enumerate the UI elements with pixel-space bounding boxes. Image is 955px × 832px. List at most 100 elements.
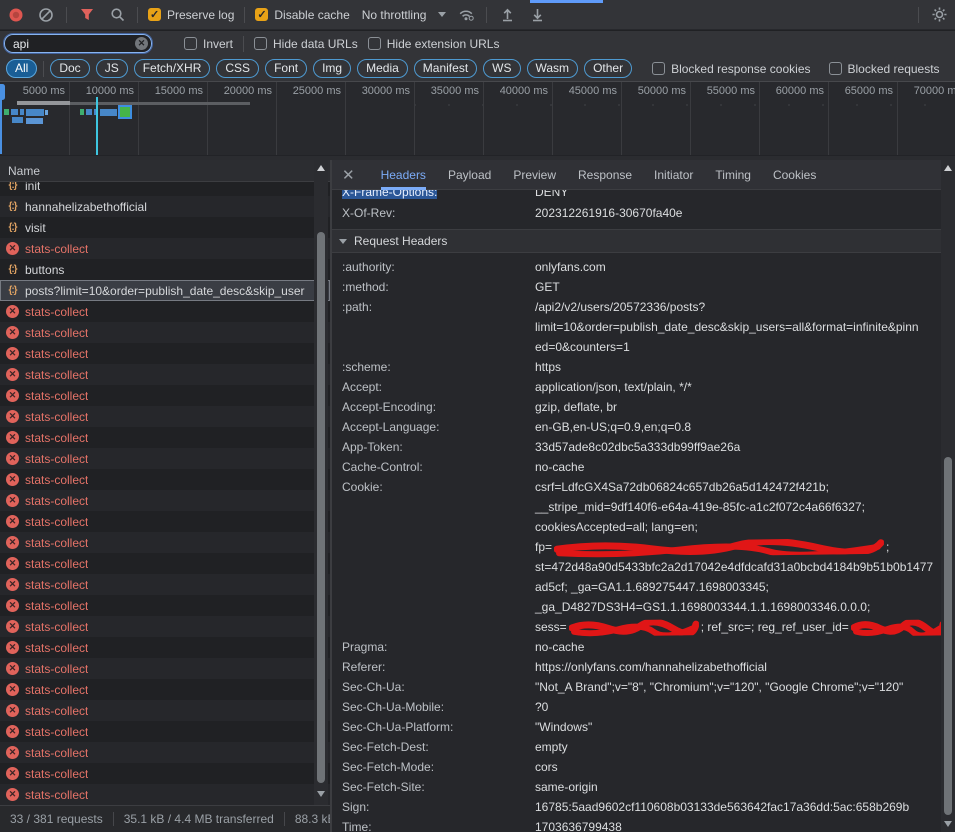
scroll-up-icon[interactable] [944, 165, 952, 171]
scrollbar-thumb[interactable] [944, 457, 952, 815]
request-row[interactable]: ✕stats-collect [0, 406, 330, 427]
close-icon[interactable]: ✕ [342, 166, 355, 184]
header-row[interactable]: Sec-Ch-Ua-Mobile:?0 [332, 697, 943, 717]
header-row[interactable]: Referer:https://onlyfans.com/hannaheliza… [332, 657, 943, 677]
request-row[interactable]: {:}hannahelizabethofficial [0, 196, 330, 217]
request-row[interactable]: ✕stats-collect [0, 679, 330, 700]
request-row[interactable]: ✕stats-collect [0, 448, 330, 469]
request-row[interactable]: ✕stats-collect [0, 721, 330, 742]
filter-pill-manifest[interactable]: Manifest [414, 59, 477, 78]
request-row[interactable]: ✕stats-collect [0, 343, 330, 364]
request-row[interactable]: ✕stats-collect [0, 427, 330, 448]
tab-headers[interactable]: Headers [381, 160, 426, 190]
filter-pill-other[interactable]: Other [584, 59, 632, 78]
export-har-icon[interactable] [527, 5, 547, 25]
header-row[interactable]: Time:1703636799438 [332, 817, 943, 832]
request-row[interactable]: ✕stats-collect [0, 595, 330, 616]
settings-gear-icon[interactable] [929, 5, 949, 25]
tab-timing[interactable]: Timing [715, 160, 751, 190]
request-row[interactable]: {:}init [0, 182, 330, 196]
header-row[interactable]: Sec-Fetch-Dest:empty [332, 737, 943, 757]
clear-button[interactable] [36, 5, 56, 25]
request-row[interactable]: ✕stats-collect [0, 301, 330, 322]
record-button[interactable] [6, 5, 26, 25]
request-row[interactable]: ✕stats-collect [0, 574, 330, 595]
search-icon[interactable] [107, 5, 127, 25]
scrollbar-thumb[interactable] [317, 232, 325, 783]
checkbox-empty-icon[interactable] [368, 37, 381, 50]
request-row[interactable]: ✕stats-collect [0, 784, 330, 805]
filter-icon[interactable] [77, 5, 97, 25]
filter-pill-css[interactable]: CSS [216, 59, 259, 78]
request-row[interactable]: {:}posts?limit=10&order=publish_date_des… [0, 280, 330, 301]
header-row[interactable]: Sec-Ch-Ua:"Not_A Brand";v="8", "Chromium… [332, 677, 943, 697]
request-row[interactable]: ✕stats-collect [0, 742, 330, 763]
checkbox-empty-icon[interactable] [184, 37, 197, 50]
filter-pill-font[interactable]: Font [265, 59, 307, 78]
disable-cache-checkbox[interactable]: Disable cache [255, 8, 349, 22]
scroll-up-icon[interactable] [317, 165, 325, 171]
request-row[interactable]: ✕stats-collect [0, 553, 330, 574]
request-row[interactable]: {:}buttons [0, 259, 330, 280]
tab-payload[interactable]: Payload [448, 160, 491, 190]
filter-pill-media[interactable]: Media [357, 59, 408, 78]
checkbox-blocked-requests[interactable]: Blocked requests [829, 62, 940, 76]
request-row[interactable]: ✕stats-collect [0, 763, 330, 784]
checkbox-empty-icon[interactable] [652, 62, 665, 75]
network-conditions-icon[interactable] [456, 5, 476, 25]
checkbox-empty-icon[interactable] [829, 62, 842, 75]
request-row[interactable]: ✕stats-collect [0, 658, 330, 679]
request-row[interactable]: ✕stats-collect [0, 238, 330, 259]
hide-extension-urls-checkbox[interactable]: Hide extension URLs [368, 37, 500, 51]
header-row[interactable]: :authority:onlyfans.com [332, 257, 943, 277]
request-row[interactable]: ✕stats-collect [0, 322, 330, 343]
details-scrollbar[interactable] [941, 160, 955, 832]
request-row[interactable]: {:}visit [0, 217, 330, 238]
import-har-icon[interactable] [497, 5, 517, 25]
filter-pill-wasm[interactable]: Wasm [527, 59, 579, 78]
header-row[interactable]: X-Of-Rev:202312261916-30670fa40e [332, 203, 943, 223]
tab-preview[interactable]: Preview [513, 160, 556, 190]
header-row[interactable]: Sec-Ch-Ua-Platform:"Windows" [332, 717, 943, 737]
filter-pill-doc[interactable]: Doc [50, 59, 89, 78]
filter-pill-all[interactable]: All [6, 59, 37, 78]
request-row[interactable]: ✕stats-collect [0, 700, 330, 721]
throttling-dropdown[interactable]: No throttling [362, 8, 447, 22]
header-row[interactable]: Accept-Encoding:gzip, deflate, br [332, 397, 943, 417]
header-row[interactable]: X-Frame-Options:DENY [332, 190, 943, 202]
tab-initiator[interactable]: Initiator [654, 160, 693, 190]
request-row[interactable]: ✕stats-collect [0, 469, 330, 490]
header-row[interactable]: Pragma:no-cache [332, 637, 943, 657]
checkbox-checked-icon[interactable] [148, 8, 161, 21]
header-row[interactable]: Accept-Language:en-GB,en-US;q=0.9,en;q=0… [332, 417, 943, 437]
request-row[interactable]: ✕stats-collect [0, 385, 330, 406]
checkbox-checked-icon[interactable] [255, 8, 268, 21]
scroll-down-icon[interactable] [944, 821, 952, 827]
name-column-header[interactable]: Name [0, 160, 330, 182]
request-row[interactable]: ✕stats-collect [0, 532, 330, 553]
filter-pill-fetch-xhr[interactable]: Fetch/XHR [134, 59, 211, 78]
tab-cookies[interactable]: Cookies [773, 160, 816, 190]
header-row[interactable]: :scheme:https [332, 357, 943, 377]
header-row[interactable]: Accept:application/json, text/plain, */* [332, 377, 943, 397]
network-overview-timeline[interactable]: 5000 ms10000 ms15000 ms20000 ms25000 ms3… [0, 82, 955, 155]
tab-response[interactable]: Response [578, 160, 632, 190]
preserve-log-checkbox[interactable]: Preserve log [148, 8, 234, 22]
header-row[interactable]: App-Token:33d57ade8c02dbc5a333db99ff9ae2… [332, 437, 943, 457]
request-row[interactable]: ✕stats-collect [0, 490, 330, 511]
request-row[interactable]: ✕stats-collect [0, 511, 330, 532]
checkbox-empty-icon[interactable] [254, 37, 267, 50]
filter-pill-ws[interactable]: WS [483, 59, 520, 78]
request-row[interactable]: ✕stats-collect [0, 616, 330, 637]
header-row[interactable]: :method:GET [332, 277, 943, 297]
scroll-down-icon[interactable] [317, 791, 325, 797]
filter-input[interactable] [4, 34, 152, 53]
header-row[interactable]: Sec-Fetch-Mode:cors [332, 757, 943, 777]
header-row[interactable]: Cache-Control:no-cache [332, 457, 943, 477]
header-row[interactable]: Sec-Fetch-Site:same-origin [332, 777, 943, 797]
filter-pill-img[interactable]: Img [313, 59, 351, 78]
checkbox-blocked-response-cookies[interactable]: Blocked response cookies [652, 62, 810, 76]
hide-data-urls-checkbox[interactable]: Hide data URLs [254, 37, 358, 51]
header-row[interactable]: Cookie:csrf=LdfcGX4Sa72db06824c657db26a5… [332, 477, 943, 637]
header-row[interactable]: :path:/api2/v2/users/20572336/posts?limi… [332, 297, 943, 357]
